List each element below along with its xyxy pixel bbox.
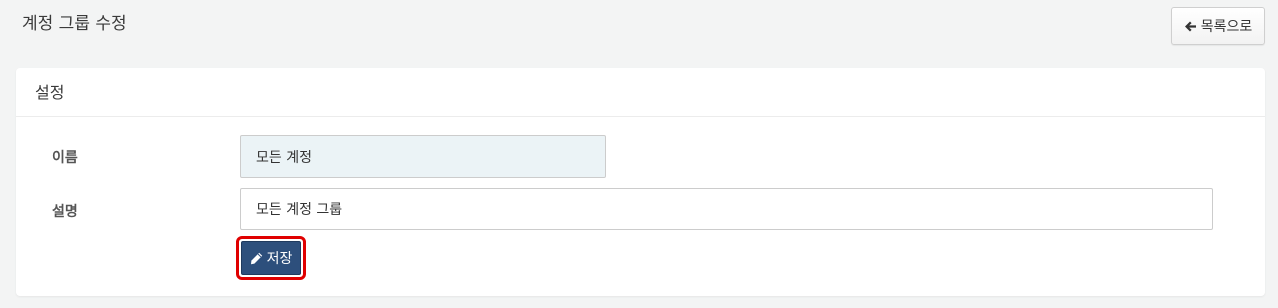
name-label: 이름 — [52, 150, 78, 166]
save-button-highlight: 저장 — [236, 236, 306, 280]
save-button[interactable]: 저장 — [241, 241, 301, 275]
description-field[interactable] — [240, 188, 1213, 230]
panel-heading: 설정 — [16, 68, 1265, 117]
save-button-label: 저장 — [266, 251, 293, 267]
settings-panel: 설정 이름 설명 저장 — [16, 68, 1265, 296]
pencil-icon — [250, 252, 263, 265]
arrow-left-icon — [1184, 20, 1197, 33]
page-title: 계정 그룹 수정 — [22, 14, 127, 34]
back-to-list-button[interactable]: 목록으로 — [1171, 7, 1265, 45]
name-field[interactable] — [240, 135, 606, 178]
back-to-list-label: 목록으로 — [1200, 19, 1253, 35]
description-label: 설명 — [52, 204, 78, 220]
